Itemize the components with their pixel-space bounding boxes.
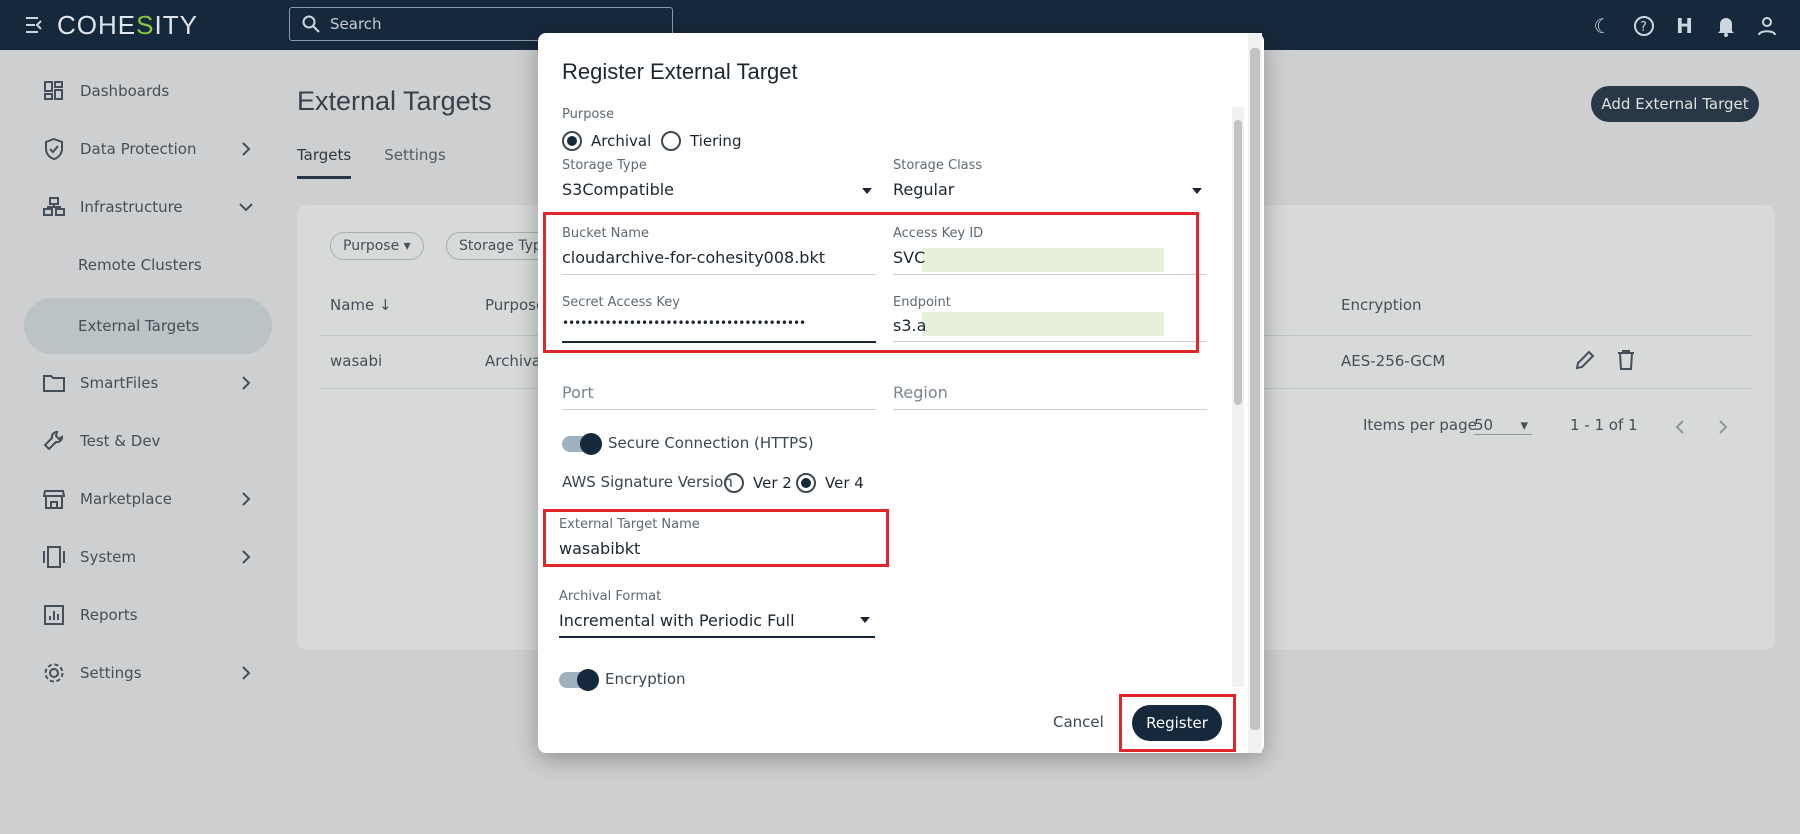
encryption-label: Encryption [605,670,686,688]
search-icon [302,15,320,33]
highlight-box-target-name [543,509,889,567]
user-account-icon[interactable] [1753,12,1780,39]
aws-sig-ver2-label: Ver 2 [753,474,792,492]
dialog-scrollbar-thumb[interactable] [1234,120,1242,405]
purpose-archival-label: Archival [591,132,652,150]
helios-icon[interactable]: H [1671,12,1698,39]
purpose-archival-radio[interactable] [562,131,582,151]
storage-type-label: Storage Type [562,158,647,173]
dropdown-caret-icon [860,617,870,623]
storage-class-label: Storage Class [893,158,983,173]
archival-format-select[interactable]: Incremental with Periodic Full [559,611,795,630]
region-input[interactable]: Region [893,383,948,402]
highlight-box-register [1119,694,1236,752]
archival-format-label: Archival Format [559,589,662,604]
cancel-button[interactable]: Cancel [1053,713,1104,731]
aws-sig-ver2-radio[interactable] [724,473,744,493]
port-input[interactable]: Port [562,383,594,402]
secure-connection-toggle[interactable] [562,433,602,455]
aws-sig-ver4-label: Ver 4 [825,474,864,492]
help-icon[interactable]: ? [1630,12,1657,39]
notification-bell-icon[interactable] [1712,12,1739,39]
purpose-label: Purpose [562,107,615,122]
storage-type-select[interactable]: S3Compatible [562,180,674,199]
outer-scrollbar-thumb[interactable] [1250,48,1260,730]
menu-icon[interactable] [26,16,46,34]
field-underline [893,409,1207,410]
aws-signature-label: AWS Signature Version [562,473,733,491]
svg-text:?: ? [1640,20,1647,35]
field-underline [562,409,876,410]
dropdown-caret-icon [862,188,872,194]
field-underline [559,636,875,638]
highlight-box-credentials [543,212,1199,353]
search-input[interactable]: Search [330,15,382,33]
purpose-tiering-radio[interactable] [661,131,681,151]
dark-mode-icon[interactable]: ☾ [1589,12,1616,39]
cohesity-logo[interactable]: COHESITY [57,10,198,41]
dialog-title: Register External Target [562,59,798,84]
encryption-toggle[interactable] [559,669,599,691]
storage-class-select[interactable]: Regular [893,180,954,199]
purpose-tiering-label: Tiering [690,132,742,150]
dropdown-caret-icon [1192,188,1202,194]
secure-connection-label: Secure Connection (HTTPS) [608,434,814,452]
aws-sig-ver4-radio[interactable] [796,473,816,493]
